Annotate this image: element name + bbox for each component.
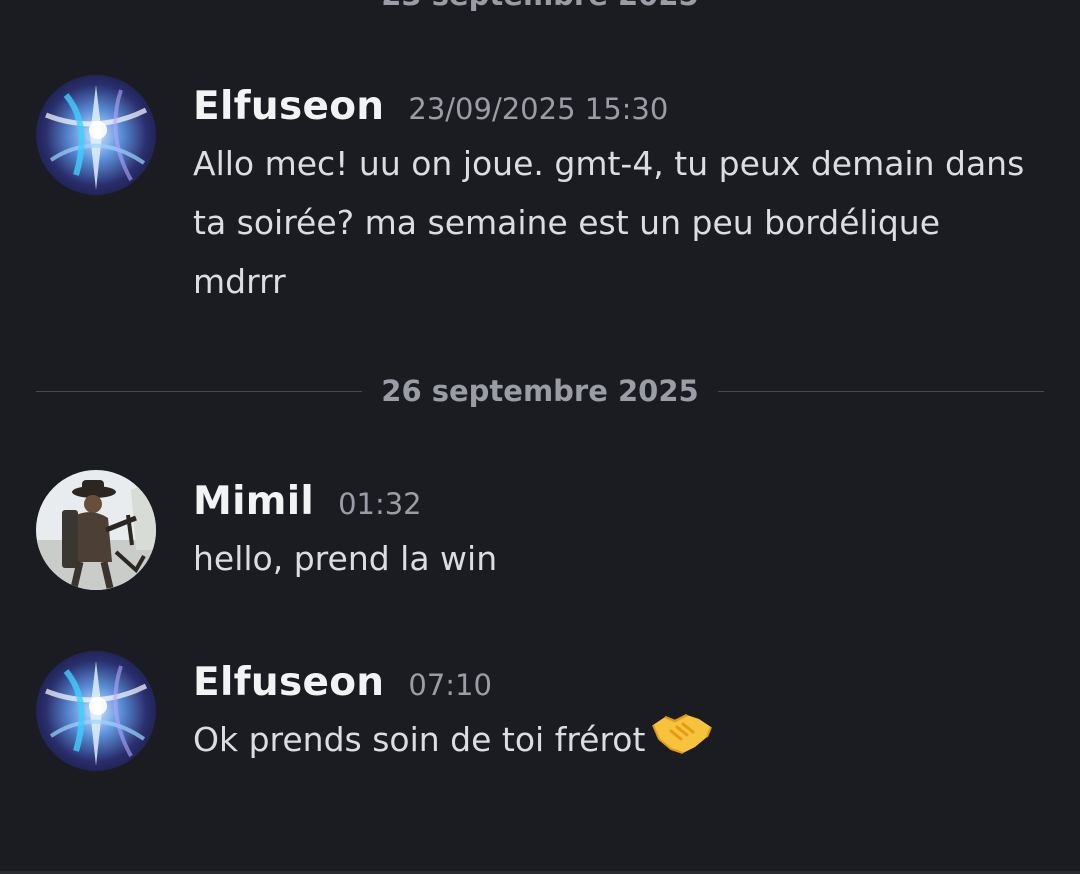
timestamp: 07:10 xyxy=(408,668,492,702)
timestamp: 23/09/2025 15:30 xyxy=(408,92,669,126)
handshake-emoji-icon xyxy=(651,711,713,773)
timestamp: 01:32 xyxy=(338,487,422,521)
message-text: Ok prends soin de toi frérot xyxy=(193,720,646,759)
username[interactable]: Mimil xyxy=(193,470,314,534)
divider-line-right xyxy=(718,391,1044,392)
chat-message-list[interactable]: 23 septembre 2025 xyxy=(0,0,1080,874)
message-text: hello, prend la win xyxy=(193,539,498,578)
username[interactable]: Elfuseon xyxy=(193,651,384,715)
message-text-line: Ok prends soin de toi frérot xyxy=(193,710,1043,773)
elfuseon-avatar[interactable] xyxy=(36,651,156,771)
date-divider: 26 septembre 2025 xyxy=(36,366,1044,416)
mimil-avatar[interactable] xyxy=(36,470,156,590)
username[interactable]: Elfuseon xyxy=(193,75,384,139)
date-divider-previous: 23 septembre 2025 xyxy=(0,0,1080,12)
elfuseon-avatar[interactable] xyxy=(36,75,156,195)
message-text: Allo mec! uu on joue. gmt-4, tu peux dem… xyxy=(193,144,1025,301)
